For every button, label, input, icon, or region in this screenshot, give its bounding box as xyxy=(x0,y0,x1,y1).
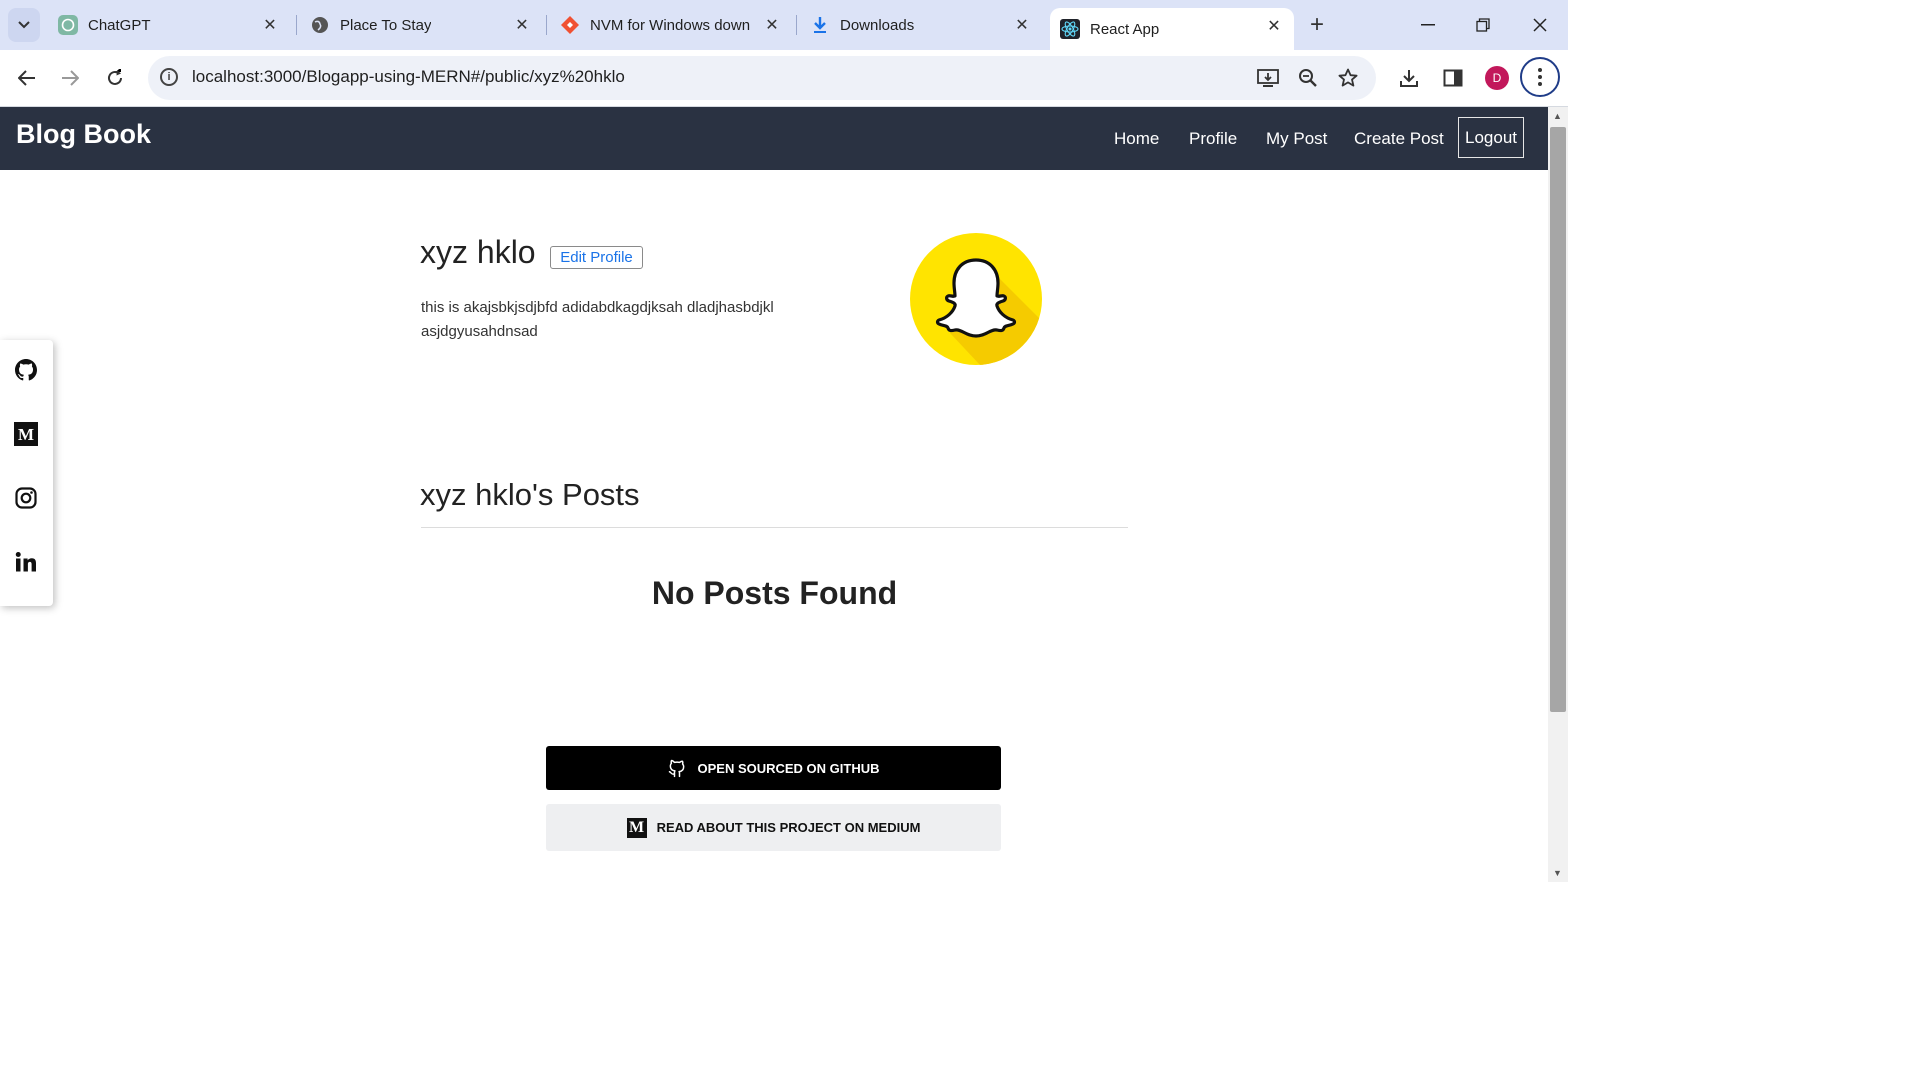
site-info-icon[interactable]: i xyxy=(160,68,178,86)
browser-tab-strip: ChatGPT ✕ Place To Stay ✕ NVM for Window… xyxy=(0,0,1568,50)
tab-title: Place To Stay xyxy=(340,16,432,34)
chatgpt-icon xyxy=(58,15,78,35)
reload-button[interactable] xyxy=(101,64,129,92)
reload-icon xyxy=(108,69,122,85)
profile-picture xyxy=(910,233,1042,365)
tab-nvm[interactable]: NVM for Windows downl ✕ xyxy=(550,0,792,50)
restore-icon[interactable] xyxy=(1468,12,1498,38)
minimize-icon[interactable] xyxy=(1413,12,1443,38)
github-icon[interactable] xyxy=(13,357,39,383)
posts-heading: xyz hklo's Posts xyxy=(420,477,640,512)
new-tab-button[interactable]: + xyxy=(1304,11,1330,38)
close-tab-icon[interactable]: ✕ xyxy=(1264,16,1284,36)
react-icon xyxy=(1060,19,1080,39)
side-panel-icon[interactable] xyxy=(1439,64,1467,92)
page-scrollbar[interactable]: ▲ ▼ xyxy=(1548,107,1568,882)
edit-profile-button[interactable]: Edit Profile xyxy=(550,246,643,269)
nav-my-post[interactable]: My Post xyxy=(1266,129,1327,149)
arrow-right-icon xyxy=(62,70,79,86)
close-tab-icon[interactable]: ✕ xyxy=(1012,15,1032,35)
instagram-icon[interactable] xyxy=(13,485,39,511)
scroll-down-arrow-icon[interactable]: ▼ xyxy=(1553,868,1562,878)
forward-button[interactable] xyxy=(56,64,84,92)
github-button-label: OPEN SOURCED ON GITHUB xyxy=(697,760,880,776)
page-viewport: Blog Book Home Profile My Post Create Po… xyxy=(0,107,1548,882)
nvm-icon xyxy=(560,15,580,35)
close-tab-icon[interactable]: ✕ xyxy=(512,15,532,35)
close-window-icon[interactable] xyxy=(1525,12,1555,38)
brand-logo[interactable]: Blog Book xyxy=(16,119,151,150)
svg-text:M: M xyxy=(18,425,34,444)
tab-place-to-stay[interactable]: Place To Stay ✕ xyxy=(300,0,542,50)
tab-separator xyxy=(546,15,547,35)
scroll-up-arrow-icon[interactable]: ▲ xyxy=(1553,111,1562,121)
empty-state-message: No Posts Found xyxy=(651,575,898,611)
medium-logo-icon: M xyxy=(626,817,647,838)
tab-title: NVM for Windows downl xyxy=(590,16,750,34)
more-vertical-icon xyxy=(1538,68,1542,86)
tab-title: React App xyxy=(1090,20,1160,38)
browser-menu-button[interactable] xyxy=(1520,57,1560,97)
arrow-left-icon xyxy=(18,70,35,86)
scrollbar-thumb[interactable] xyxy=(1550,127,1566,712)
profile-bio: this is akajsbkjsdjbfd adidabdkagdjksah … xyxy=(421,299,774,340)
close-tab-icon[interactable]: ✕ xyxy=(260,15,280,35)
download-icon xyxy=(810,15,830,35)
tab-separator xyxy=(796,15,797,35)
url-text[interactable]: localhost:3000/Blogapp-using-MERN#/publi… xyxy=(192,67,625,87)
logout-button[interactable]: Logout xyxy=(1458,117,1524,158)
chevron-down-icon xyxy=(18,21,30,29)
tab-title: ChatGPT xyxy=(88,16,151,34)
tab-downloads[interactable]: Downloads ✕ xyxy=(800,0,1042,50)
nav-profile[interactable]: Profile xyxy=(1189,129,1237,149)
navbar: Blog Book Home Profile My Post Create Po… xyxy=(0,107,1548,170)
back-button[interactable] xyxy=(13,64,41,92)
zoom-icon[interactable] xyxy=(1296,67,1320,89)
bookmark-star-icon[interactable] xyxy=(1336,67,1360,89)
tab-chatgpt[interactable]: ChatGPT ✕ xyxy=(48,0,290,50)
medium-link-button[interactable]: M READ ABOUT THIS PROJECT ON MEDIUM xyxy=(546,804,1001,851)
tab-search-button[interactable] xyxy=(8,8,40,42)
install-app-icon[interactable] xyxy=(1256,67,1280,89)
medium-button-label: READ ABOUT THIS PROJECT ON MEDIUM xyxy=(656,820,921,835)
globe-icon xyxy=(310,15,330,35)
medium-icon[interactable]: M xyxy=(13,421,39,447)
github-link-button[interactable]: OPEN SOURCED ON GITHUB xyxy=(546,746,1001,790)
linkedin-icon[interactable] xyxy=(13,549,39,575)
section-divider xyxy=(421,527,1128,528)
tab-separator xyxy=(296,15,297,35)
tab-react-app[interactable]: React App ✕ xyxy=(1050,8,1294,50)
close-tab-icon[interactable]: ✕ xyxy=(762,15,782,35)
nav-home[interactable]: Home xyxy=(1114,129,1159,149)
browser-toolbar: i localhost:3000/Blogapp-using-MERN#/pub… xyxy=(0,50,1568,107)
address-bar[interactable]: i localhost:3000/Blogapp-using-MERN#/pub… xyxy=(148,56,1376,100)
nav-create-post[interactable]: Create Post xyxy=(1354,129,1444,149)
snapchat-ghost-icon xyxy=(910,233,1042,365)
github-outline-icon xyxy=(669,759,685,778)
profile-name: xyz hklo xyxy=(420,234,536,270)
profile-avatar[interactable]: D xyxy=(1485,66,1509,90)
social-sidebar: M xyxy=(0,340,53,606)
downloads-icon[interactable] xyxy=(1395,64,1423,92)
tab-title: Downloads xyxy=(840,16,915,34)
